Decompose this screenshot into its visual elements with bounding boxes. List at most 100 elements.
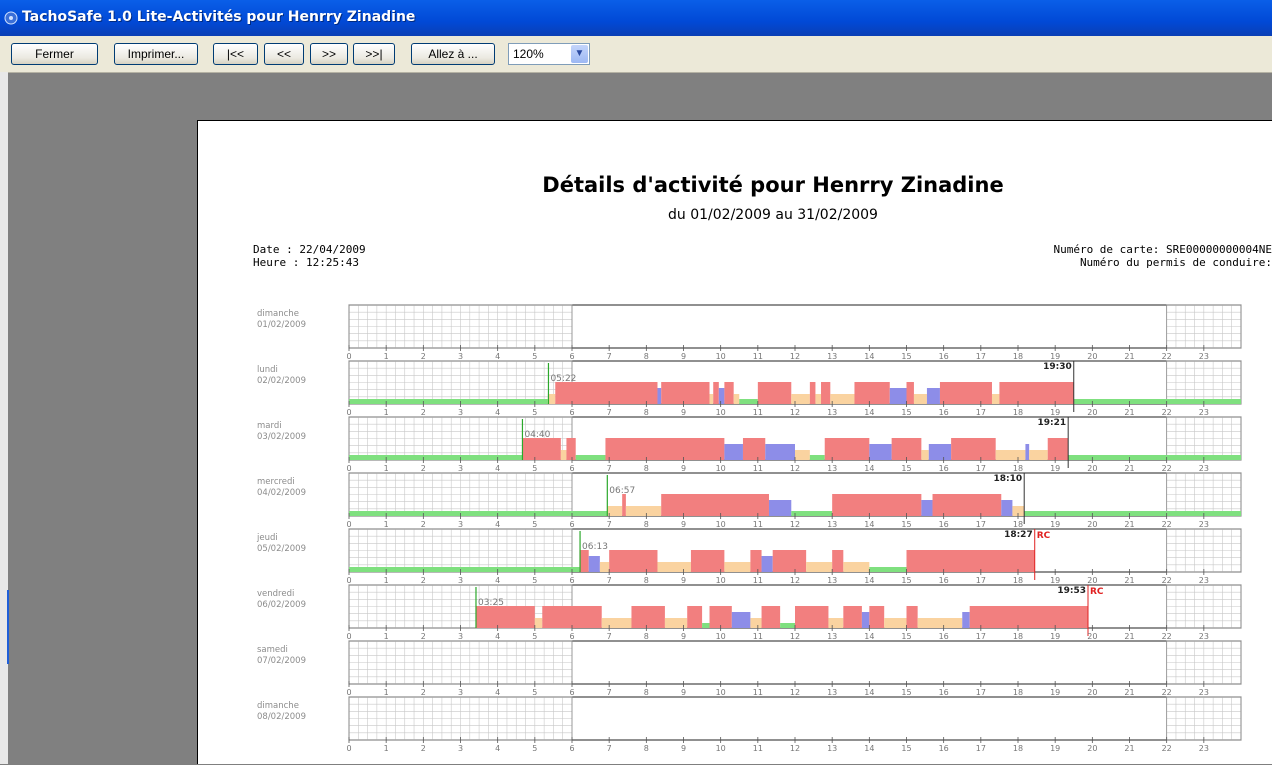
activity-rest bbox=[809, 455, 825, 460]
prev-page-button[interactable]: << bbox=[264, 43, 304, 65]
last-page-button[interactable]: >>| bbox=[353, 43, 395, 65]
hour-tick-label: 20 bbox=[1087, 632, 1097, 641]
end-time-label: 19:21 bbox=[1038, 418, 1067, 428]
activity-work bbox=[995, 450, 1026, 460]
app-icon bbox=[4, 11, 18, 25]
hour-tick-label: 13 bbox=[827, 520, 837, 529]
hour-tick-label: 12 bbox=[790, 688, 800, 697]
hour-tick-label: 7 bbox=[607, 520, 612, 529]
hour-tick-label: 1 bbox=[384, 744, 389, 753]
hour-tick-label: 3 bbox=[458, 464, 463, 473]
activity-available bbox=[926, 388, 940, 404]
activity-rest bbox=[702, 623, 710, 628]
activity-drive bbox=[1047, 438, 1069, 460]
hour-tick-label: 14 bbox=[864, 688, 874, 697]
hour-tick-label: 21 bbox=[1124, 632, 1134, 641]
hour-tick-label: 3 bbox=[458, 352, 463, 361]
activity-drive bbox=[891, 438, 922, 460]
hour-tick-label: 15 bbox=[901, 744, 911, 753]
scroll-indicator[interactable] bbox=[7, 590, 9, 664]
hour-tick-label: 10 bbox=[716, 352, 726, 361]
activity-available bbox=[718, 388, 725, 404]
chevron-down-icon[interactable]: ▼ bbox=[571, 45, 588, 63]
hour-tick-label: 3 bbox=[458, 408, 463, 417]
activity-available bbox=[724, 444, 743, 460]
hour-tick-label: 2 bbox=[421, 408, 426, 417]
hour-tick-label: 17 bbox=[976, 632, 986, 641]
goto-button[interactable]: Allez à ... bbox=[411, 43, 495, 65]
hour-tick-label: 13 bbox=[827, 464, 837, 473]
activity-rest bbox=[1024, 511, 1241, 516]
activity-drive bbox=[832, 494, 922, 516]
close-button[interactable]: Fermer bbox=[11, 43, 98, 65]
hour-tick-label: 1 bbox=[384, 352, 389, 361]
end-time-label: 18:10 bbox=[994, 474, 1023, 484]
hour-tick-label: 22 bbox=[1162, 408, 1172, 417]
activity-rest bbox=[1068, 455, 1241, 460]
hour-tick-label: 1 bbox=[384, 688, 389, 697]
hour-tick-label: 7 bbox=[607, 576, 612, 585]
hour-tick-label: 5 bbox=[532, 576, 537, 585]
hour-tick-label: 10 bbox=[716, 632, 726, 641]
activity-available bbox=[657, 388, 662, 404]
activity-drive bbox=[843, 606, 862, 628]
hour-tick-label: 12 bbox=[790, 464, 800, 473]
next-page-button[interactable]: >> bbox=[310, 43, 348, 65]
activity-work bbox=[843, 562, 870, 572]
hour-tick-label: 21 bbox=[1124, 408, 1134, 417]
hour-tick-label: 18 bbox=[1013, 520, 1023, 529]
hour-tick-label: 7 bbox=[607, 408, 612, 417]
hour-tick-label: 4 bbox=[495, 408, 500, 417]
hour-tick-label: 21 bbox=[1124, 352, 1134, 361]
activity-available bbox=[921, 500, 933, 516]
hour-tick-label: 0 bbox=[346, 688, 351, 697]
hour-tick-label: 10 bbox=[716, 520, 726, 529]
hour-tick-label: 6 bbox=[569, 632, 574, 641]
hour-tick-label: 4 bbox=[495, 520, 500, 529]
hour-tick-label: 4 bbox=[495, 688, 500, 697]
hour-tick-label: 1 bbox=[384, 408, 389, 417]
zoom-value: 120% bbox=[513, 47, 544, 61]
first-page-button[interactable]: |<< bbox=[213, 43, 258, 65]
activity-work bbox=[560, 450, 567, 460]
hour-tick-label: 16 bbox=[939, 520, 949, 529]
start-time-label: 04:40 bbox=[524, 430, 550, 440]
hour-tick-label: 3 bbox=[458, 520, 463, 529]
print-button[interactable]: Imprimer... bbox=[114, 43, 198, 65]
activity-work bbox=[991, 394, 1000, 404]
activity-work bbox=[913, 394, 927, 404]
hour-tick-label: 9 bbox=[681, 352, 686, 361]
hour-tick-label: 8 bbox=[644, 576, 649, 585]
hour-tick-label: 17 bbox=[976, 744, 986, 753]
activity-available bbox=[1001, 500, 1013, 516]
hour-tick-label: 6 bbox=[569, 576, 574, 585]
hour-tick-label: 20 bbox=[1087, 688, 1097, 697]
hour-tick-label: 21 bbox=[1124, 744, 1134, 753]
hour-tick-label: 8 bbox=[644, 464, 649, 473]
title-bar: TachoSafe 1.0 Lite-Activités pour Henrry… bbox=[0, 0, 1272, 36]
hour-tick-label: 13 bbox=[827, 744, 837, 753]
hour-tick-label: 22 bbox=[1162, 464, 1172, 473]
hour-tick-label: 21 bbox=[1124, 464, 1134, 473]
hour-tick-label: 15 bbox=[901, 464, 911, 473]
hour-tick-label: 5 bbox=[532, 632, 537, 641]
hour-tick-label: 11 bbox=[753, 408, 763, 417]
activity-drive bbox=[750, 550, 762, 572]
hour-tick-label: 15 bbox=[901, 576, 911, 585]
hour-tick-label: 0 bbox=[346, 576, 351, 585]
day-row: 0 1 2 3 4 5 6 7 8 9 10 11 12 13 14 15 16 17 18 19 20 21 22 23 bbox=[346, 304, 1242, 361]
activity-drive bbox=[690, 550, 725, 572]
hour-tick-label: 15 bbox=[901, 688, 911, 697]
hour-tick-label: 17 bbox=[976, 408, 986, 417]
hour-tick-label: 22 bbox=[1162, 576, 1172, 585]
hour-tick-label: 7 bbox=[607, 744, 612, 753]
hour-tick-label: 15 bbox=[901, 520, 911, 529]
hour-tick-label: 17 bbox=[976, 688, 986, 697]
hour-tick-label: 15 bbox=[901, 352, 911, 361]
hour-tick-label: 18 bbox=[1013, 744, 1023, 753]
activity-work bbox=[750, 618, 762, 628]
activity-drive bbox=[566, 438, 576, 460]
zoom-select[interactable]: 120% ▼ bbox=[508, 43, 590, 65]
activity-work bbox=[815, 394, 822, 404]
hour-tick-label: 9 bbox=[681, 464, 686, 473]
